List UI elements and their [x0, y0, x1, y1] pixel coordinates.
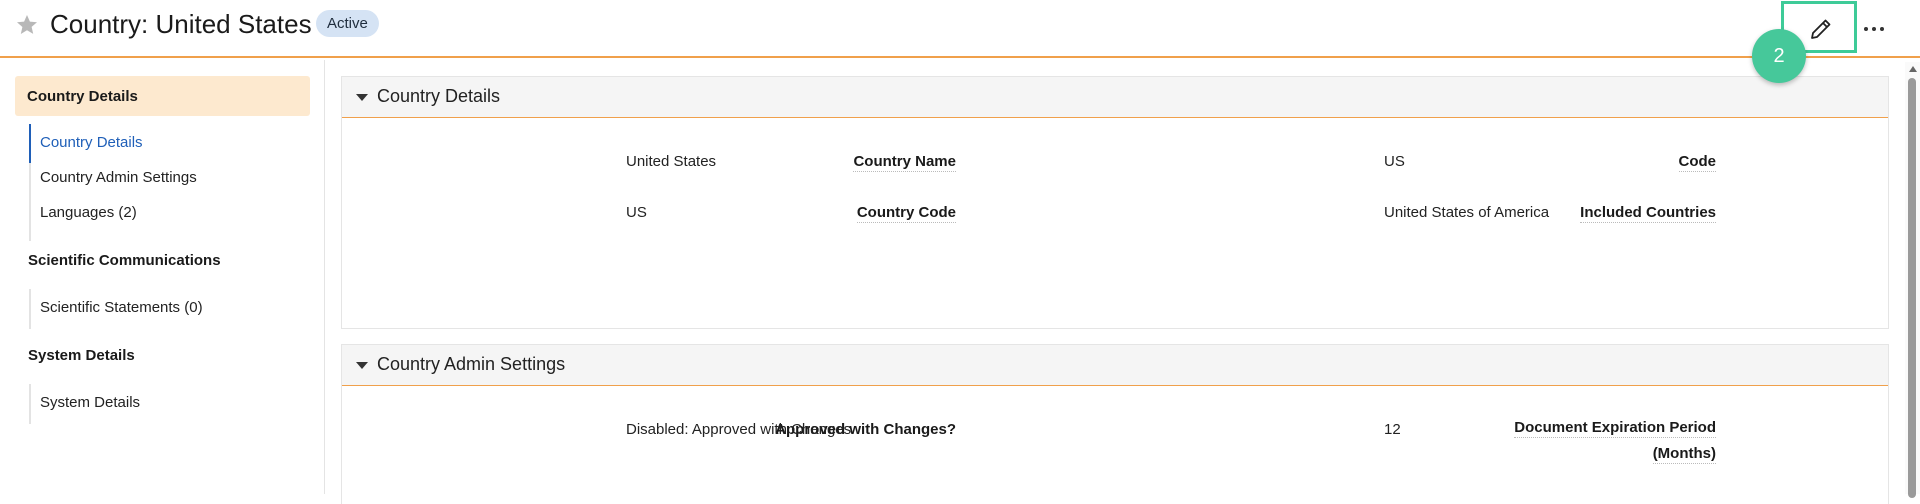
ellipsis-icon	[1864, 27, 1868, 31]
collapse-caret-icon[interactable]	[356, 362, 368, 369]
country-admin-settings-panel-header[interactable]: Country Admin Settings	[342, 345, 1888, 386]
star-icon[interactable]	[14, 13, 40, 37]
sidebar-item-country-details[interactable]: Country Details	[40, 134, 143, 151]
step-marker: 2	[1752, 29, 1806, 83]
page-title: Country: United States	[50, 9, 312, 39]
sidebar-item-country-admin-settings[interactable]: Country Admin Settings	[40, 169, 197, 186]
collapse-caret-icon[interactable]	[356, 94, 368, 101]
code-value: US	[1384, 153, 1405, 170]
sidebar-group-line	[29, 289, 31, 329]
panel-title: Country Details	[377, 86, 501, 106]
sidebar-item-system-details[interactable]: System Details	[40, 394, 140, 411]
country-code-value: US	[626, 204, 647, 221]
approved-with-changes-value: Disabled: Approved with Changes	[626, 421, 852, 438]
active-item-marker	[29, 124, 31, 163]
status-badge: Active	[316, 10, 379, 37]
more-actions-button[interactable]	[1862, 16, 1888, 40]
included-countries-label: Included Countries	[1580, 204, 1716, 223]
country-admin-settings-panel: Country Admin Settings Approved with Cha…	[341, 344, 1889, 504]
sidebar-item-languages[interactable]: Languages (2)	[40, 204, 137, 221]
sidebar-item-scientific-statements[interactable]: Scientific Statements (0)	[40, 299, 203, 316]
scroll-thumb[interactable]	[1908, 78, 1916, 498]
included-countries-value: United States of America	[1384, 204, 1550, 221]
sidebar-section-label: Country Details	[27, 88, 138, 105]
page-scrollbar[interactable]	[1905, 62, 1920, 498]
country-code-label: Country Code	[856, 204, 956, 223]
sidebar-nav: Country Details Country Details Country …	[0, 60, 325, 494]
country-name-value: United States	[626, 153, 717, 170]
country-name-label: Country Name	[853, 153, 956, 172]
sidebar-group-line	[29, 384, 31, 424]
sidebar-section-country-details[interactable]: Country Details	[15, 76, 310, 116]
scroll-up-arrow-icon[interactable]	[1909, 66, 1917, 72]
document-expiration-label-line1: Document Expiration Period	[1514, 419, 1716, 438]
code-label: Code	[1678, 153, 1716, 172]
sidebar-group-line	[29, 163, 31, 241]
sidebar-heading-system-details[interactable]: System Details	[28, 347, 135, 364]
document-expiration-value: 12	[1384, 421, 1401, 438]
pencil-icon	[1811, 19, 1831, 39]
record-header: Country: United States Active	[0, 0, 1920, 58]
sidebar-heading-scientific-communications[interactable]: Scientific Communications	[28, 252, 221, 269]
document-expiration-label-line2: (Months)	[1652, 445, 1716, 464]
country-details-panel: Country Details Country Name United Stat…	[341, 76, 1889, 329]
country-details-panel-header[interactable]: Country Details	[342, 77, 1888, 118]
panel-title: Country Admin Settings	[377, 354, 566, 374]
